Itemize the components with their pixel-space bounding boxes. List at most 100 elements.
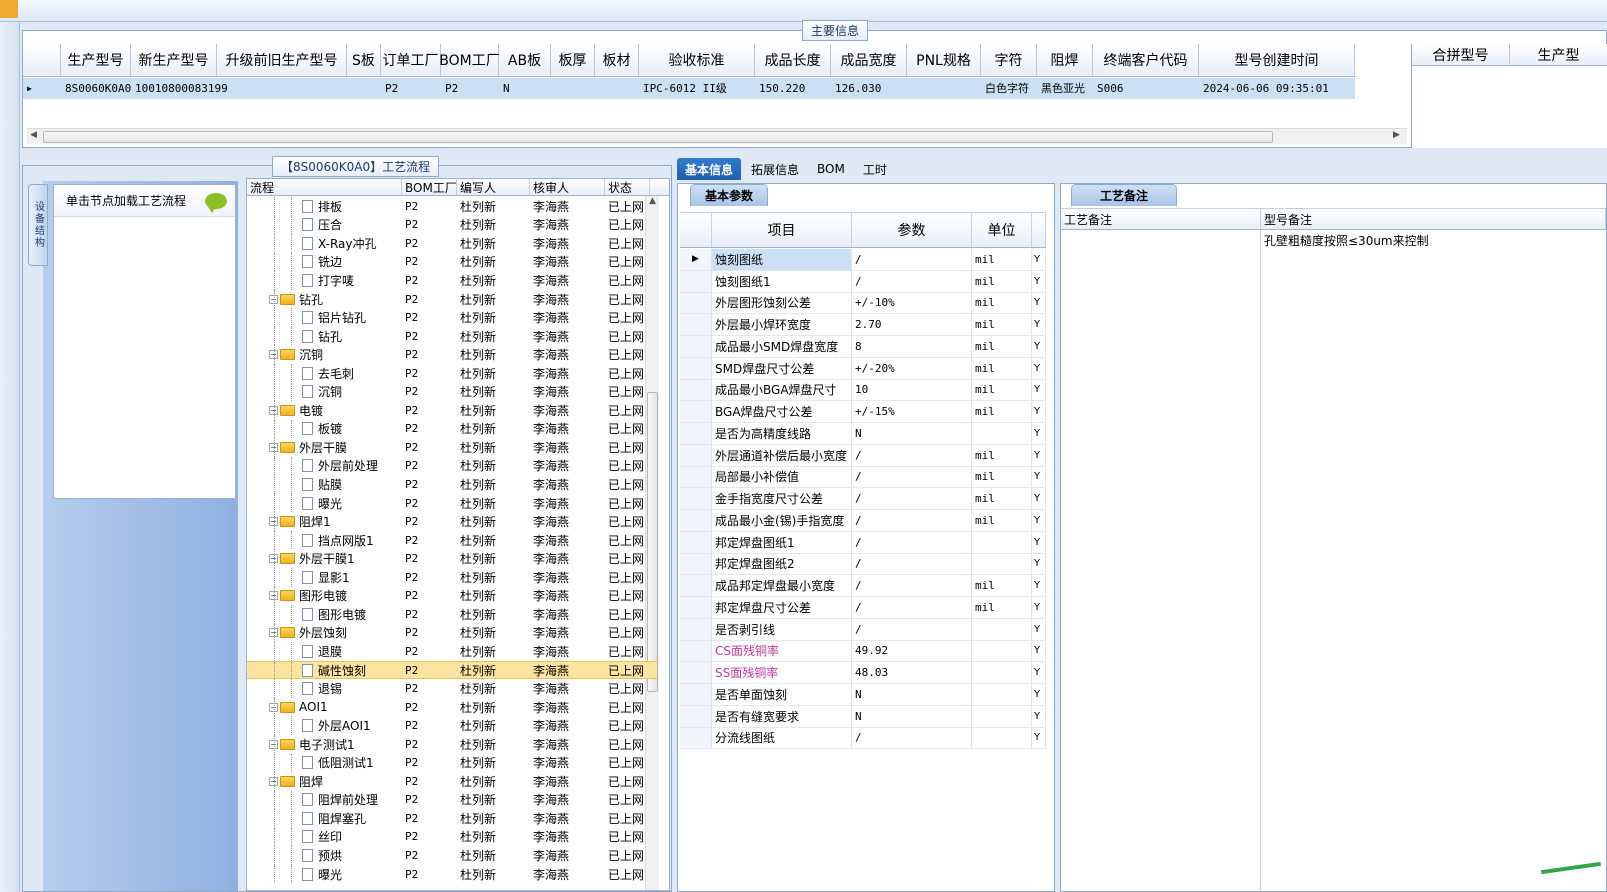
tree-row[interactable]: 板镀 P2 杜列新 李海燕 已上网 xyxy=(247,419,657,439)
row-selector[interactable] xyxy=(680,488,712,510)
tree-row[interactable]: 丝印 P2 杜列新 李海燕 已上网 xyxy=(247,827,657,847)
row-selector[interactable] xyxy=(680,270,712,292)
tree-row[interactable]: − 阻焊1 P2 杜列新 李海燕 已上网 xyxy=(247,512,657,531)
tree-row[interactable]: 排板 P2 杜列新 李海燕 已上网 xyxy=(247,197,657,216)
tree-row[interactable]: 显影1 P2 杜列新 李海燕 已上网 xyxy=(247,568,657,587)
tree-node[interactable]: 沉铜 xyxy=(247,382,402,401)
tree-row[interactable]: 预烘 P2 杜列新 李海燕 已上网 xyxy=(247,846,657,865)
tree-node[interactable]: X-Ray冲孔 xyxy=(247,234,402,253)
side-tab-device-structure[interactable]: 设备结构 xyxy=(28,184,48,266)
tree-row[interactable]: 打字唛 P2 杜列新 李海燕 已上网 xyxy=(247,271,657,290)
param-row[interactable]: 金手指宽度尺寸公差 / mil Y xyxy=(680,488,1046,511)
tree-row[interactable]: − 阻焊 P2 杜列新 李海燕 已上网 xyxy=(247,772,657,791)
grid-cell[interactable] xyxy=(217,78,347,98)
tab-0[interactable]: 基本信息 xyxy=(677,158,742,180)
tree-row[interactable]: 贴膜 P2 杜列新 李海燕 已上网 xyxy=(247,475,657,494)
column-header[interactable]: 验收标准 xyxy=(639,44,755,76)
tree-node[interactable]: 曝光 xyxy=(247,493,402,513)
model-remark-text[interactable]: 孔壁粗糙度按照≤30um来控制 xyxy=(1264,232,1429,249)
param-row[interactable]: SS面残铜率 48.03 Y xyxy=(680,662,1046,685)
param-value[interactable]: / xyxy=(852,510,972,531)
param-row[interactable]: CS面残铜率 49.92 Y xyxy=(680,640,1046,663)
param-row[interactable]: 邦定焊盘尺寸公差 / mil Y xyxy=(680,597,1046,619)
tree-node[interactable]: 退锡 xyxy=(247,679,402,698)
tree-row[interactable]: 低阻测试1 P2 杜列新 李海燕 已上网 xyxy=(247,753,657,772)
param-value[interactable]: 10 xyxy=(852,379,972,401)
param-value[interactable]: / xyxy=(852,618,972,640)
tree-node[interactable]: 贴膜 xyxy=(247,475,402,494)
tree-row[interactable]: − AOI1 P2 杜列新 李海燕 已上网 xyxy=(247,697,657,717)
tree-node[interactable]: − 阻焊 xyxy=(247,772,402,791)
tree-node[interactable]: − 钻孔 xyxy=(247,289,402,309)
tree-node[interactable]: 图形电镀 xyxy=(247,605,402,624)
grid-cell[interactable]: 10010800083199 xyxy=(131,78,228,98)
hint-header[interactable]: 单击节点加载工艺流程 xyxy=(54,185,235,217)
param-value[interactable]: 8 xyxy=(852,336,972,357)
grid-cell[interactable]: 黑色亚光 xyxy=(1037,78,1093,98)
param-value[interactable]: N xyxy=(852,705,972,727)
tree-row[interactable]: 铣边 P2 杜列新 李海燕 已上网 xyxy=(247,252,657,272)
param-value[interactable]: 48.03 xyxy=(852,662,972,684)
row-selector[interactable] xyxy=(680,401,712,423)
tree-row[interactable]: 阻焊塞孔 P2 杜列新 李海燕 已上网 xyxy=(247,809,657,828)
row-selector[interactable] xyxy=(680,531,712,553)
tab-process-remarks[interactable]: 工艺备注 xyxy=(1071,184,1178,206)
tree-row[interactable]: 曝光 P2 杜列新 李海燕 已上网 xyxy=(247,493,657,513)
grid-cell[interactable]: 2024-06-06 09:35:01 xyxy=(1199,78,1355,98)
row-selector[interactable] xyxy=(680,727,712,749)
param-value[interactable]: / xyxy=(852,575,972,597)
row-selector[interactable] xyxy=(680,705,712,727)
tab-basic-params[interactable]: 基本参数 xyxy=(690,184,769,206)
grid-cell[interactable]: 白色字符 xyxy=(981,78,1037,98)
column-header[interactable]: 成品宽度 xyxy=(831,44,907,76)
horizontal-splitter[interactable] xyxy=(22,148,1607,156)
grid-cell[interactable] xyxy=(551,78,595,98)
row-selector[interactable]: ▶ xyxy=(680,249,712,270)
scroll-right-arrow-icon[interactable]: ▶ xyxy=(1393,130,1400,140)
param-column-header[interactable]: 单位 xyxy=(972,213,1032,247)
tree-column-header[interactable]: 核审人 xyxy=(530,179,605,195)
param-row[interactable]: BGA焊盘尺寸公差 +/-15% mil Y xyxy=(680,401,1046,424)
grid-cell[interactable]: 126.030 xyxy=(831,78,907,98)
tree-row[interactable]: 挡点网版1 P2 杜列新 李海燕 已上网 xyxy=(247,530,657,550)
param-row[interactable]: 是否剥引线 / Y xyxy=(680,618,1046,641)
tree-node[interactable]: 去毛刺 xyxy=(247,363,402,383)
tree-node[interactable]: 低阻测试1 xyxy=(247,753,402,772)
tree-node[interactable]: − 外层干膜1 xyxy=(247,549,402,568)
tree-node[interactable]: 丝印 xyxy=(247,827,402,847)
tree-row[interactable]: 外层AOI1 P2 杜列新 李海燕 已上网 xyxy=(247,716,657,735)
param-row[interactable]: 成品最小BGA焊盘尺寸 10 mil Y xyxy=(680,379,1046,402)
tree-row[interactable]: 退锡 P2 杜列新 李海燕 已上网 xyxy=(247,679,657,698)
tree-node[interactable]: 曝光 xyxy=(247,864,402,884)
param-value[interactable]: +/-20% xyxy=(852,357,972,379)
row-selector-arrow-icon[interactable]: ▶ xyxy=(23,78,61,98)
param-value[interactable]: / xyxy=(852,249,972,270)
tree-row[interactable]: − 外层干膜 P2 杜列新 李海燕 已上网 xyxy=(247,438,657,457)
tree-row[interactable]: 外层前处理 P2 杜列新 李海燕 已上网 xyxy=(247,456,657,476)
param-row[interactable]: 局部最小补偿值 / mil Y xyxy=(680,466,1046,489)
tree-node[interactable]: 碱性蚀刻 xyxy=(247,661,402,679)
row-selector[interactable] xyxy=(680,684,712,705)
row-selector[interactable] xyxy=(680,292,712,314)
row-selector[interactable] xyxy=(680,444,712,466)
param-row[interactable]: 外层最小焊环宽度 2.70 mil Y xyxy=(680,314,1046,337)
tree-row[interactable]: 图形电镀 P2 杜列新 李海燕 已上网 xyxy=(247,605,657,624)
param-value[interactable]: / xyxy=(852,553,972,575)
column-header[interactable]: 板材 xyxy=(595,44,639,76)
param-row[interactable]: 成品最小SMD焊盘宽度 8 mil Y xyxy=(680,336,1046,358)
tree-row[interactable]: 碱性蚀刻 P2 杜列新 李海燕 已上网 xyxy=(247,660,657,680)
param-row[interactable]: 外层图形蚀刻公差 +/-10% mil Y xyxy=(680,292,1046,315)
column-header[interactable]: 终端客户代码 xyxy=(1093,44,1199,76)
tree-node[interactable]: 阻焊塞孔 xyxy=(247,809,402,828)
tree-row[interactable]: 阻焊前处理 P2 杜列新 李海燕 已上网 xyxy=(247,790,657,810)
row-selector[interactable] xyxy=(680,553,712,575)
tree-row[interactable]: − 外层干膜1 P2 杜列新 李海燕 已上网 xyxy=(247,549,657,568)
grid-cell[interactable]: P2 xyxy=(441,78,499,98)
grid-cell[interactable] xyxy=(595,78,639,98)
tree-node[interactable]: 打字唛 xyxy=(247,271,402,290)
tree-row[interactable]: 压合 P2 杜列新 李海燕 已上网 xyxy=(247,215,657,235)
tree-node[interactable]: 排板 xyxy=(247,197,402,216)
tree-row[interactable]: 去毛刺 P2 杜列新 李海燕 已上网 xyxy=(247,363,657,383)
row-selector[interactable] xyxy=(680,336,712,357)
param-row[interactable]: 分流线图纸 / Y xyxy=(680,727,1046,750)
